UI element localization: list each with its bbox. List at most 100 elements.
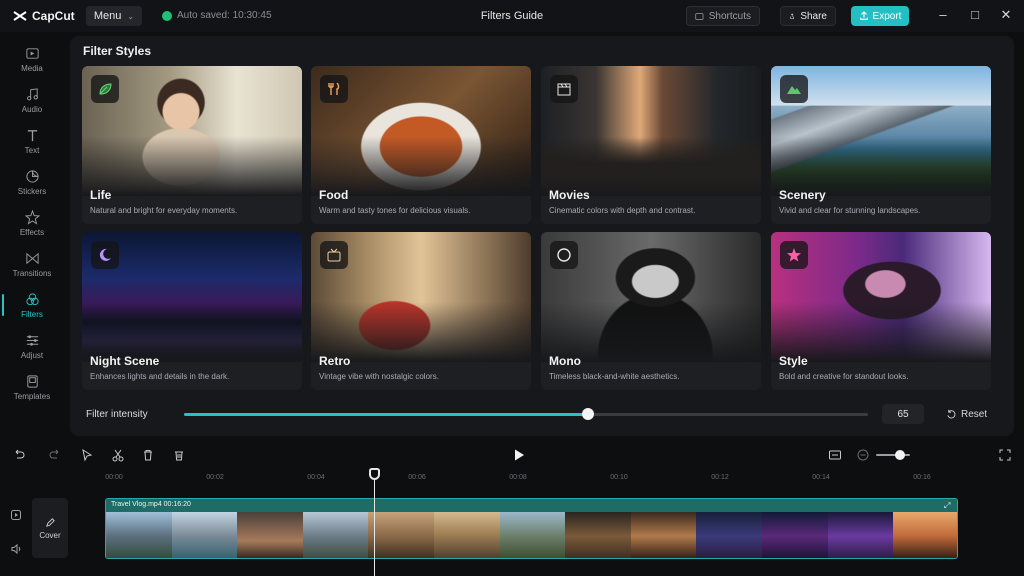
maximize-icon[interactable]: □ — [968, 8, 982, 22]
filter-description: Enhances lights and details in the dark. — [90, 372, 230, 381]
split-scissors-icon[interactable] — [111, 448, 125, 462]
sidebar-item-transitions[interactable]: Transitions — [4, 245, 60, 283]
redo-icon[interactable] — [48, 448, 62, 462]
filter-badge — [780, 241, 808, 269]
share-button[interactable]: Share — [780, 6, 836, 26]
expand-icon[interactable]: ⤢ — [944, 501, 953, 510]
sidebar-item-label: Effects — [19, 227, 45, 237]
filter-card-movies[interactable]: Movies Cinematic colors with depth and c… — [541, 66, 761, 224]
cover-button[interactable]: Cover — [32, 498, 68, 558]
filter-description: Timeless black-and-white aesthetics. — [549, 372, 680, 381]
filter-card-mono[interactable]: Mono Timeless black-and-white aesthetics… — [541, 232, 761, 390]
filter-card-style[interactable]: Style Bold and creative for standout loo… — [771, 232, 991, 390]
ruler-tick-label: 00:12 — [711, 474, 729, 481]
playhead-handle[interactable] — [369, 468, 380, 480]
clip-thumbnails — [106, 512, 957, 558]
select-cursor-icon[interactable] — [80, 448, 94, 462]
shortcuts-button[interactable]: Shortcuts — [686, 6, 760, 26]
undo-icon[interactable] — [12, 448, 26, 462]
intensity-slider-thumb[interactable] — [582, 408, 594, 420]
circle-icon — [557, 248, 571, 262]
clip-frame — [237, 512, 303, 558]
clip-frame — [630, 512, 697, 558]
track-audio-icon[interactable] — [10, 542, 24, 556]
share-icon — [790, 12, 794, 19]
sidebar-item-filters[interactable]: Filters — [2, 286, 60, 324]
sidebar-item-label: Transitions — [12, 268, 52, 278]
clip-frame — [106, 512, 172, 558]
filter-card-scenery[interactable]: Scenery Vivid and clear for stunning lan… — [771, 66, 991, 224]
sidebar-item-audio[interactable]: Audio — [4, 81, 60, 119]
play-icon — [515, 449, 524, 461]
filter-card-retro[interactable]: Retro Vintage vibe with nostalgic colors… — [311, 232, 531, 390]
video-clip[interactable]: Travel Vlog.mp4 00:16:20 ⤢ — [105, 498, 958, 559]
reset-button[interactable]: Reset — [946, 404, 998, 424]
sidebar: Media Audio Text Stickers Effects Transi… — [0, 34, 64, 416]
ruler-tick-label: 00:04 — [307, 474, 325, 481]
filter-card-food[interactable]: Food Warm and tasty tones for delicious … — [311, 66, 531, 224]
filters-icon — [25, 292, 39, 305]
filter-name: Movies — [549, 188, 590, 202]
filter-description: Vivid and clear for stunning landscapes. — [779, 206, 921, 215]
track-visibility-icon[interactable] — [10, 508, 24, 522]
filter-badge — [550, 75, 578, 103]
fork-knife-icon — [328, 82, 340, 95]
delete-icon[interactable] — [141, 448, 155, 462]
filter-badge — [550, 241, 578, 269]
moon-icon — [99, 248, 111, 261]
intensity-value-field[interactable]: 65 — [882, 404, 924, 424]
caption-icon[interactable] — [828, 448, 842, 462]
filter-name: Food — [319, 188, 349, 202]
filter-badge — [91, 75, 119, 103]
pencil-icon — [45, 517, 55, 527]
fullscreen-icon[interactable] — [998, 448, 1012, 462]
playhead[interactable] — [374, 470, 375, 576]
check-circle-icon — [162, 10, 172, 21]
trash-icon[interactable] — [172, 448, 186, 462]
shortcuts-label: Shortcuts — [708, 10, 751, 22]
minimize-icon[interactable]: – — [936, 8, 950, 22]
mountain-icon — [787, 86, 801, 94]
filter-name: Scenery — [779, 188, 826, 202]
sidebar-item-label: Filters — [21, 309, 43, 319]
sidebar-item-effects[interactable]: Effects — [4, 204, 60, 242]
transitions-icon — [25, 252, 39, 264]
export-button[interactable]: Export — [851, 6, 909, 26]
sidebar-item-templates[interactable]: Templates — [4, 368, 60, 406]
leaf-icon — [99, 83, 112, 95]
clip-frame — [368, 512, 435, 558]
sidebar-item-label: Stickers — [17, 186, 47, 196]
clip-frame — [827, 512, 894, 558]
filter-description: Natural and bright for everyday moments. — [90, 206, 238, 215]
timeline-ruler[interactable]: 00:00 00:02 00:04 00:06 00:08 00:10 00:12 00:14… — [104, 470, 1024, 488]
media-icon — [25, 47, 39, 59]
ruler-tick-label: 00:02 — [206, 474, 224, 481]
zoom-slider-thumb[interactable] — [895, 450, 905, 460]
clip-frame — [499, 512, 566, 558]
clip-frame — [434, 512, 500, 558]
sidebar-item-media[interactable]: Media — [4, 40, 60, 78]
export-label: Export — [872, 10, 902, 22]
sidebar-item-label: Audio — [21, 104, 43, 114]
close-icon[interactable]: ✕ — [999, 8, 1013, 22]
audio-icon — [26, 87, 38, 100]
project-title: Filters Guide — [480, 10, 544, 22]
zoom-out-icon[interactable] — [856, 448, 870, 462]
app-logo: CapCut — [12, 8, 75, 24]
chevron-down-icon: ⌄ — [127, 11, 135, 21]
clip-label: Travel Vlog.mp4 00:16:20 — [106, 499, 957, 512]
autosave-text: Auto saved: 10:30:45 — [177, 10, 272, 21]
keyboard-icon — [695, 12, 704, 20]
filter-card-life[interactable]: Life Natural and bright for everyday mom… — [82, 66, 302, 224]
panel-title: Filter Styles — [83, 44, 152, 58]
filter-badge — [780, 75, 808, 103]
sidebar-item-stickers[interactable]: Stickers — [4, 163, 60, 201]
filter-description: Warm and tasty tones for delicious visua… — [319, 206, 471, 215]
sidebar-item-text[interactable]: Text — [4, 122, 60, 160]
filter-card-night-scene[interactable]: Night Scene Enhances lights and details … — [82, 232, 302, 390]
text-icon — [27, 129, 37, 141]
star-icon — [787, 248, 801, 262]
sidebar-item-adjust[interactable]: Adjust — [4, 327, 60, 365]
play-button[interactable] — [512, 448, 526, 462]
menu-button[interactable]: Menu ⌄ — [86, 6, 142, 26]
